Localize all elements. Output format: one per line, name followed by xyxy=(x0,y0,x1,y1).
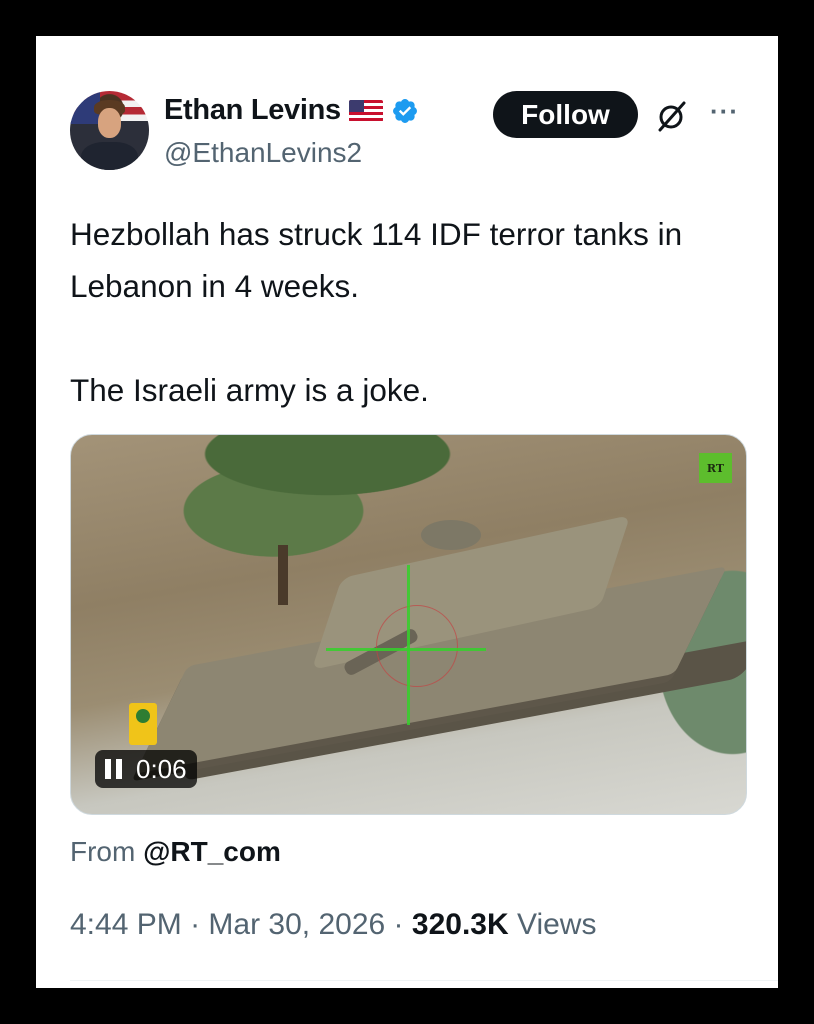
verified-badge-icon[interactable] xyxy=(391,97,419,125)
video-source-attribution: From @RT_com xyxy=(70,836,281,868)
tweet-card: Ethan Levins @EthanLevins2 Follow ··· He… xyxy=(36,36,778,988)
tweet-time[interactable]: 4:44 PM xyxy=(70,908,182,941)
more-options-icon[interactable]: ··· xyxy=(710,96,739,127)
pause-icon[interactable] xyxy=(105,759,122,779)
video-player[interactable]: RT 0:06 xyxy=(70,434,747,815)
targeting-reticle xyxy=(326,648,486,651)
author-name-row: Ethan Levins xyxy=(164,94,419,127)
author-handle[interactable]: @EthanLevins2 xyxy=(164,137,362,169)
tweet-date[interactable]: Mar 30, 2026 xyxy=(208,908,385,941)
targeting-reticle xyxy=(407,565,410,725)
meta-separator: · xyxy=(393,908,404,941)
tweet-meta: 4:44 PM · Mar 30, 2026 · 320.3K Views xyxy=(70,908,596,942)
source-account-link[interactable]: @RT_com xyxy=(143,836,281,867)
meta-separator: · xyxy=(190,908,201,941)
targeting-reticle xyxy=(376,605,458,687)
video-frame-detail xyxy=(421,520,481,550)
grok-icon[interactable] xyxy=(654,98,690,134)
author-name[interactable]: Ethan Levins xyxy=(164,94,341,127)
author-avatar[interactable] xyxy=(70,91,149,170)
views-label: Views xyxy=(516,908,597,941)
rt-watermark-logo: RT xyxy=(699,453,732,483)
views-count: 320.3K xyxy=(411,908,509,941)
follow-button[interactable]: Follow xyxy=(493,91,638,138)
video-timer[interactable]: 0:06 xyxy=(95,750,197,788)
source-prefix: From xyxy=(70,836,136,867)
us-flag-icon xyxy=(348,99,383,122)
video-frame-detail xyxy=(278,545,288,605)
video-time-remaining: 0:06 xyxy=(136,753,187,784)
divider xyxy=(70,980,778,981)
tweet-text: Hezbollah has struck 114 IDF terror tank… xyxy=(70,216,683,408)
hezbollah-watermark-logo xyxy=(129,703,157,745)
